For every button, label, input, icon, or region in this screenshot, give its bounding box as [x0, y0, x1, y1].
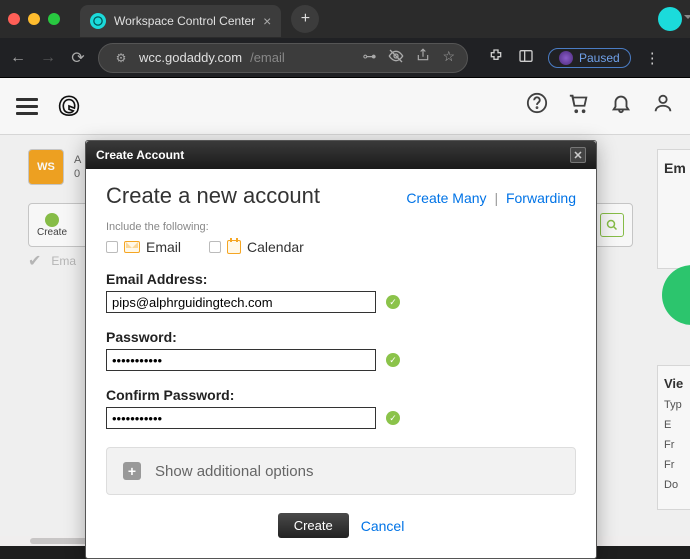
browser-profile-dropdown[interactable] — [658, 7, 682, 31]
forwarding-link[interactable]: Forwarding — [506, 190, 576, 206]
show-additional-label: Show additional options — [155, 463, 313, 480]
paused-label: Paused — [579, 51, 620, 65]
create-many-link[interactable]: Create Many — [406, 190, 486, 206]
email-address-label: Email Address: — [106, 271, 576, 287]
share-icon[interactable] — [416, 48, 430, 67]
modal-close-button[interactable]: ✕ — [570, 147, 586, 163]
extensions-icon[interactable] — [488, 48, 504, 68]
window-minimize[interactable] — [28, 13, 40, 25]
create-account-modal: Create Account ✕ Create a new account Cr… — [85, 140, 597, 559]
calendar-checkbox[interactable] — [209, 241, 221, 253]
bookmark-star-icon[interactable]: ☆ — [442, 48, 455, 67]
window-maximize[interactable] — [48, 13, 60, 25]
calendar-checkbox-label: Calendar — [247, 239, 304, 255]
site-info-icon[interactable]: ⚙ — [111, 51, 131, 65]
email-icon — [124, 241, 140, 253]
browser-tab[interactable]: Workspace Control Center × — [80, 5, 281, 37]
modal-heading: Create a new account — [106, 183, 320, 209]
new-tab-button[interactable]: + — [291, 5, 319, 33]
tab-close-icon[interactable]: × — [263, 13, 271, 29]
url-path: /email — [250, 50, 285, 65]
valid-check-icon: ✓ — [386, 295, 400, 309]
include-label: Include the following: — [106, 221, 576, 233]
window-controls — [8, 13, 60, 25]
url-host: wcc.godaddy.com — [139, 50, 242, 65]
eye-off-icon[interactable] — [388, 48, 404, 67]
password-label: Password: — [106, 329, 576, 345]
modal-titlebar-text: Create Account — [96, 148, 184, 162]
tab-title: Workspace Control Center — [114, 14, 255, 28]
window-close[interactable] — [8, 13, 20, 25]
browser-toolbar: ← → ⟳ ⚙ wcc.godaddy.com/email ⊶ ☆ Paused… — [0, 38, 690, 78]
email-checkbox-label: Email — [146, 239, 181, 255]
profile-paused-button[interactable]: Paused — [548, 48, 631, 68]
browser-tab-strip: Workspace Control Center × + — [0, 0, 690, 38]
valid-check-icon: ✓ — [386, 411, 400, 425]
calendar-icon — [227, 240, 241, 254]
back-button[interactable]: ← — [8, 49, 28, 67]
reload-button[interactable]: ⟳ — [68, 48, 88, 68]
profile-avatar-icon — [559, 51, 573, 65]
email-checkbox[interactable] — [106, 241, 118, 253]
plus-icon: + — [123, 462, 141, 480]
kebab-menu-icon[interactable]: ⋮ — [645, 49, 660, 67]
create-submit-button[interactable]: Create — [278, 513, 349, 538]
confirm-password-input[interactable] — [106, 407, 376, 429]
link-separator: | — [494, 190, 498, 206]
email-address-input[interactable] — [106, 291, 376, 313]
address-bar[interactable]: ⚙ wcc.godaddy.com/email ⊶ ☆ — [98, 43, 468, 73]
forward-button[interactable]: → — [38, 49, 58, 67]
confirm-password-label: Confirm Password: — [106, 387, 576, 403]
password-input[interactable] — [106, 349, 376, 371]
valid-check-icon: ✓ — [386, 353, 400, 367]
cancel-link[interactable]: Cancel — [361, 518, 405, 534]
key-icon[interactable]: ⊶ — [362, 48, 376, 67]
modal-titlebar: Create Account ✕ — [86, 141, 596, 169]
show-additional-options[interactable]: + Show additional options — [106, 447, 576, 495]
sidepanel-icon[interactable] — [518, 48, 534, 68]
tab-favicon — [90, 13, 106, 29]
